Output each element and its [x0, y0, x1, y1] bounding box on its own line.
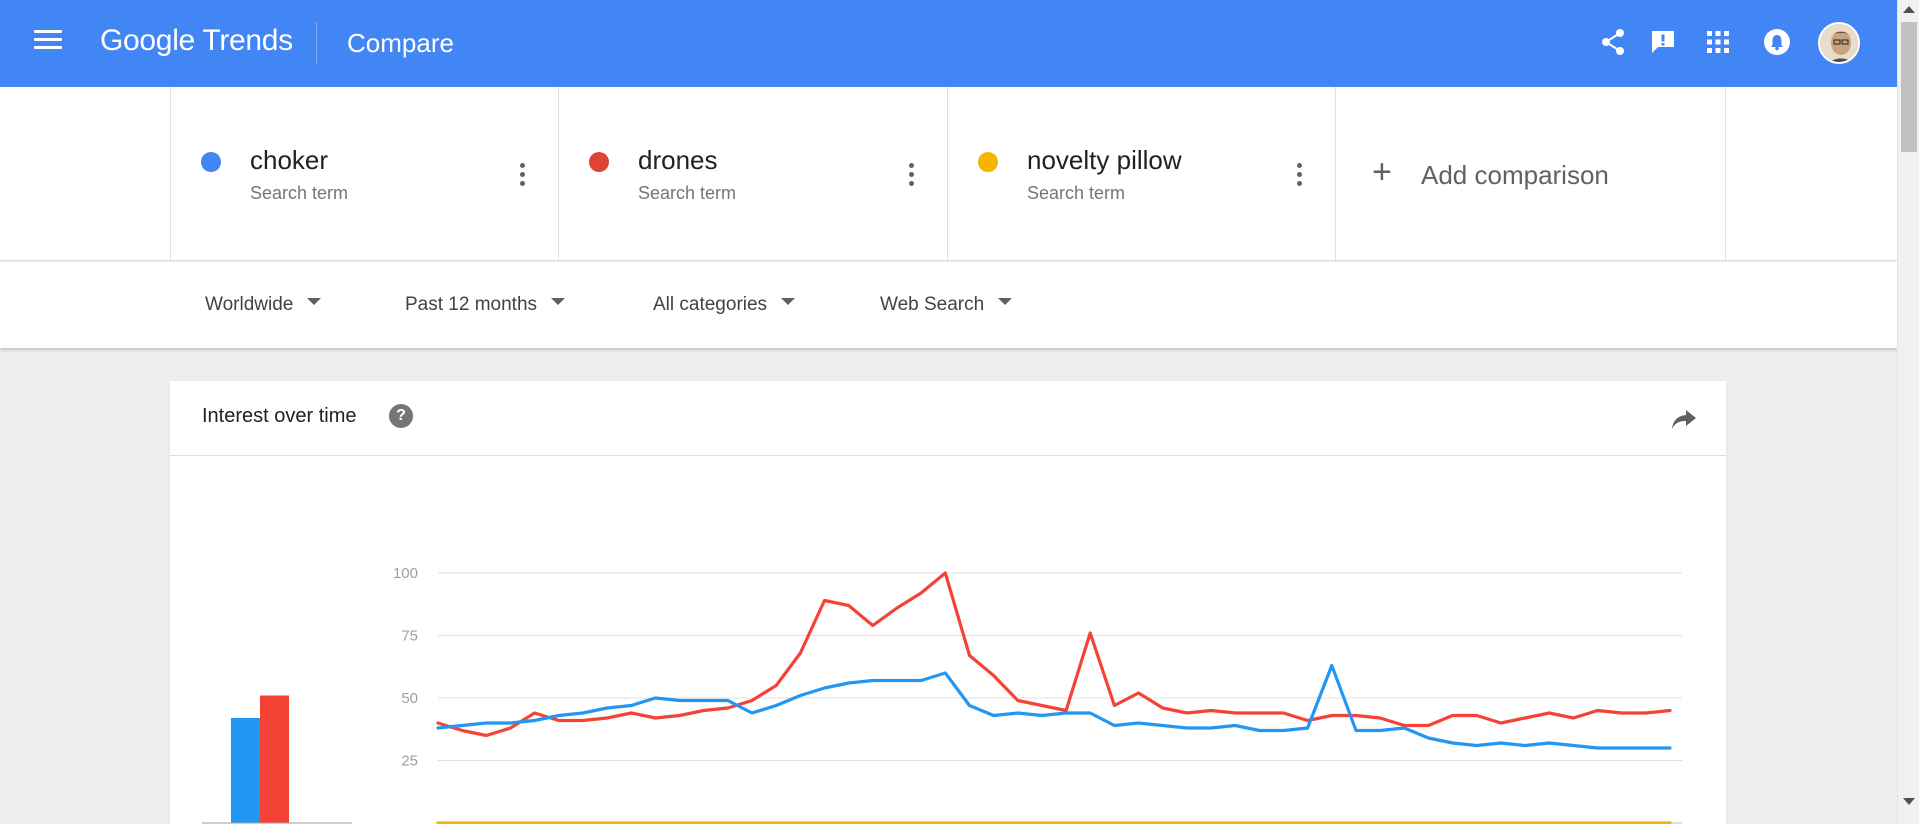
y-tick-label: 75: [401, 628, 418, 645]
card-title: Interest over time: [202, 405, 357, 427]
filter-bar: Worldwide Past 12 months All categories …: [0, 262, 1897, 348]
help-icon[interactable]: ?: [389, 404, 413, 428]
card-header: Interest over time ?: [170, 381, 1726, 456]
series-line-drones: [436, 571, 1672, 738]
dropdown-arrow-icon: [998, 298, 1013, 306]
term-more-options-icon[interactable]: [518, 163, 526, 187]
term-card-drones[interactable]: drones Search term: [559, 87, 948, 261]
interest-over-time-chart: 255075100 Average Jul 31, 2016Dec 4, 201…: [202, 565, 1682, 824]
apps-icon[interactable]: [1702, 26, 1734, 58]
plus-icon: +: [1372, 153, 1392, 191]
search-property-dropdown[interactable]: Web Search: [880, 294, 1013, 316]
region-dropdown[interactable]: Worldwide: [205, 294, 322, 316]
average-bar-choker: [231, 718, 260, 823]
interest-over-time-card: Interest over time ? 255075100 Average J…: [170, 381, 1726, 824]
term-color-dot: [978, 152, 998, 172]
dropdown-arrow-icon: [781, 298, 796, 306]
dropdown-arrow-icon: [551, 298, 566, 306]
add-comparison-button[interactable]: + Add comparison: [1336, 87, 1726, 261]
category-dropdown[interactable]: All categories: [653, 294, 796, 316]
average-bar-drones: [260, 695, 289, 823]
term-name[interactable]: drones: [638, 145, 718, 176]
term-type: Search term: [1027, 183, 1126, 203]
y-tick-label: 50: [401, 690, 418, 707]
y-tick-label: 100: [393, 565, 418, 582]
term-color-dot: [589, 152, 609, 172]
add-comparison-label: Add comparison: [1421, 160, 1609, 190]
header-divider: [316, 22, 317, 64]
account-avatar[interactable]: [1818, 22, 1860, 64]
feedback-icon[interactable]: [1647, 26, 1679, 58]
search-property-label: Web Search: [880, 294, 985, 315]
term-type: Search term: [638, 183, 737, 203]
term-type: Search term: [250, 183, 349, 203]
google-trends-logo[interactable]: Google Trends: [100, 24, 293, 58]
notifications-icon[interactable]: [1761, 26, 1793, 58]
page-scrollbar[interactable]: [1897, 0, 1919, 824]
time-range-label: Past 12 months: [405, 294, 538, 315]
share-arrow-icon[interactable]: [1670, 407, 1698, 431]
top-app-bar: Google Trends Compare: [0, 0, 1897, 87]
scroll-down-arrow-icon[interactable]: [1903, 798, 1915, 805]
term-card-novelty-pillow[interactable]: novelty pillow Search term: [948, 87, 1336, 261]
scroll-up-arrow-icon[interactable]: [1903, 6, 1915, 13]
time-range-dropdown[interactable]: Past 12 months: [405, 294, 566, 316]
term-more-options-icon[interactable]: [907, 163, 915, 187]
share-icon[interactable]: [1597, 26, 1629, 58]
term-name[interactable]: novelty pillow: [1027, 145, 1182, 176]
y-tick-label: 25: [401, 753, 418, 770]
scrollbar-thumb[interactable]: [1901, 22, 1917, 152]
search-terms-row: choker Search term drones Search term no…: [0, 87, 1897, 261]
dropdown-arrow-icon: [307, 298, 322, 306]
term-color-dot: [201, 152, 221, 172]
page-title: Compare: [347, 28, 454, 58]
term-card-choker[interactable]: choker Search term: [170, 87, 559, 261]
region-label: Worldwide: [205, 294, 294, 315]
term-more-options-icon[interactable]: [1295, 163, 1303, 187]
menu-icon[interactable]: [34, 30, 62, 54]
category-label: All categories: [653, 294, 768, 315]
term-name[interactable]: choker: [250, 145, 328, 176]
